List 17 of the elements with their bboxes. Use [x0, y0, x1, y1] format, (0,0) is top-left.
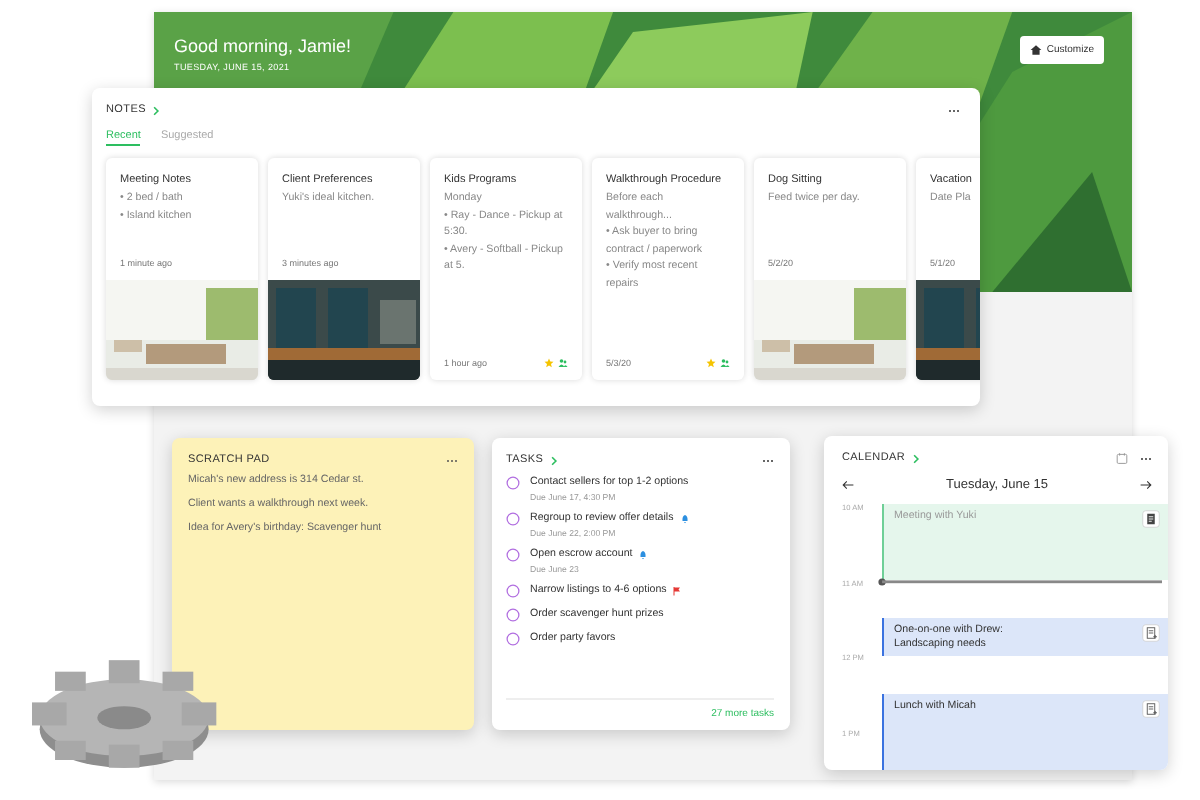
calendar-icon[interactable] — [1116, 452, 1128, 464]
arrow-right-icon[interactable] — [1139, 480, 1152, 490]
add-note-icon[interactable] — [1142, 624, 1160, 642]
arrow-left-icon[interactable] — [842, 480, 854, 490]
bell-icon — [638, 549, 649, 559]
chevron-icon[interactable] — [549, 455, 558, 465]
flag-icon — [672, 585, 683, 595]
note-icon[interactable] — [1142, 510, 1160, 528]
add-note-icon[interactable] — [1142, 700, 1160, 718]
task-checkbox[interactable] — [506, 608, 520, 622]
task-checkbox[interactable] — [506, 584, 520, 598]
task-checkbox[interactable] — [506, 632, 520, 646]
task-checkbox[interactable] — [506, 548, 520, 562]
task-checkbox[interactable] — [506, 476, 520, 490]
bell-icon — [679, 513, 690, 523]
task-checkbox[interactable] — [506, 512, 520, 526]
chevron-icon[interactable] — [911, 453, 920, 463]
